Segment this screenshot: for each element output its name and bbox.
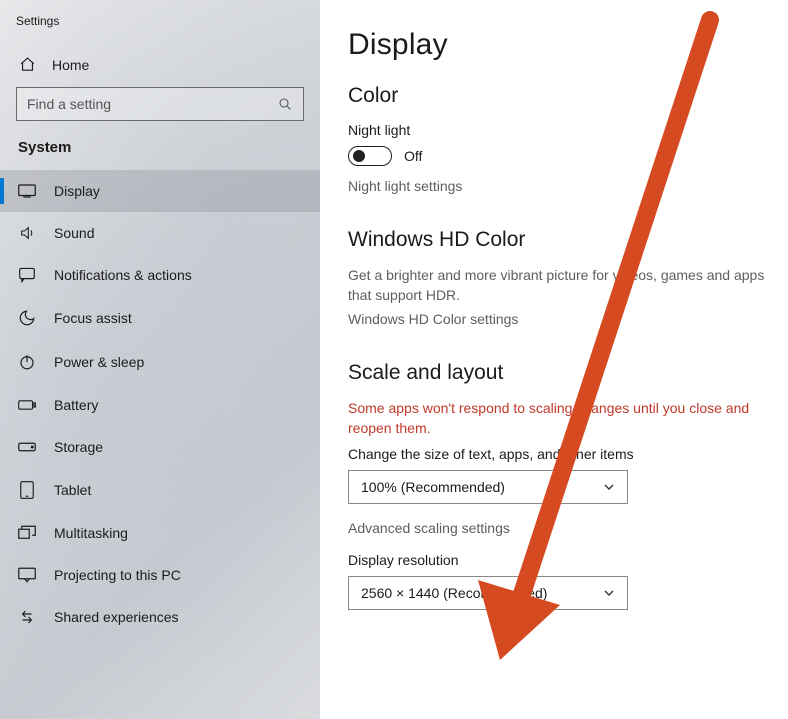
tablet-icon xyxy=(18,481,36,499)
sidebar-category: System xyxy=(0,135,320,170)
advanced-scaling-link[interactable]: Advanced scaling settings xyxy=(348,520,788,536)
chevron-down-icon xyxy=(603,587,615,599)
night-light-state: Off xyxy=(404,148,422,164)
search-input[interactable] xyxy=(16,87,304,121)
sidebar-item-battery[interactable]: Battery xyxy=(0,384,320,426)
sidebar-item-power[interactable]: Power & sleep xyxy=(0,340,320,384)
resolution-value: 2560 × 1440 (Recommended) xyxy=(361,585,547,601)
sidebar-nav: Display Sound Notifications & actions Fo… xyxy=(0,170,320,638)
hdr-description: Get a brighter and more vibrant picture … xyxy=(348,266,778,305)
sound-icon xyxy=(18,225,36,241)
notifications-icon xyxy=(18,267,36,283)
sidebar-item-projecting[interactable]: Projecting to this PC xyxy=(0,554,320,596)
sidebar-item-label: Power & sleep xyxy=(54,354,144,370)
settings-main: Display Color Night light Off Night ligh… xyxy=(320,0,788,719)
display-icon xyxy=(18,184,36,198)
sidebar-item-focus[interactable]: Focus assist xyxy=(0,296,320,340)
sidebar-item-label: Notifications & actions xyxy=(54,267,192,283)
storage-icon xyxy=(18,440,36,454)
hdr-settings-link[interactable]: Windows HD Color settings xyxy=(348,311,788,327)
chevron-down-icon xyxy=(603,481,615,493)
sidebar-item-multitasking[interactable]: Multitasking xyxy=(0,512,320,554)
window-title: Settings xyxy=(0,8,320,46)
focus-assist-icon xyxy=(18,309,36,327)
sidebar-item-label: Shared experiences xyxy=(54,609,179,625)
power-icon xyxy=(18,353,36,371)
sidebar-item-label: Sound xyxy=(54,225,94,241)
night-light-settings-link[interactable]: Night light settings xyxy=(348,178,788,194)
sidebar-item-label: Tablet xyxy=(54,482,91,498)
sidebar-item-label: Focus assist xyxy=(54,310,132,326)
shared-icon xyxy=(18,609,36,625)
sidebar-item-notifications[interactable]: Notifications & actions xyxy=(0,254,320,296)
search-field[interactable] xyxy=(27,96,277,112)
section-hdr-heading: Windows HD Color xyxy=(348,228,788,252)
multitasking-icon xyxy=(18,525,36,541)
night-light-toggle[interactable] xyxy=(348,146,392,166)
sidebar-item-sound[interactable]: Sound xyxy=(0,212,320,254)
home-icon xyxy=(18,56,36,73)
section-scale-heading: Scale and layout xyxy=(348,361,788,385)
text-size-value: 100% (Recommended) xyxy=(361,479,505,495)
sidebar-item-tablet[interactable]: Tablet xyxy=(0,468,320,512)
search-icon xyxy=(277,96,293,112)
sidebar-home-label: Home xyxy=(52,57,89,73)
scale-warning: Some apps won't respond to scaling chang… xyxy=(348,399,778,438)
sidebar-item-label: Multitasking xyxy=(54,525,128,541)
resolution-select[interactable]: 2560 × 1440 (Recommended) xyxy=(348,576,628,610)
text-size-label: Change the size of text, apps, and other… xyxy=(348,446,788,462)
sidebar-item-shared[interactable]: Shared experiences xyxy=(0,596,320,638)
sidebar-item-display[interactable]: Display xyxy=(0,170,320,212)
sidebar-item-label: Storage xyxy=(54,439,103,455)
battery-icon xyxy=(18,399,36,411)
sidebar-item-label: Display xyxy=(54,183,100,199)
page-title: Display xyxy=(348,28,788,62)
resolution-label: Display resolution xyxy=(348,552,788,568)
projecting-icon xyxy=(18,567,36,583)
sidebar-item-label: Projecting to this PC xyxy=(54,567,181,583)
sidebar-item-storage[interactable]: Storage xyxy=(0,426,320,468)
sidebar-item-label: Battery xyxy=(54,397,98,413)
settings-sidebar: Settings Home System Display xyxy=(0,0,320,719)
night-light-label: Night light xyxy=(348,122,788,138)
sidebar-home[interactable]: Home xyxy=(0,46,320,83)
section-color-heading: Color xyxy=(348,84,788,108)
text-size-select[interactable]: 100% (Recommended) xyxy=(348,470,628,504)
